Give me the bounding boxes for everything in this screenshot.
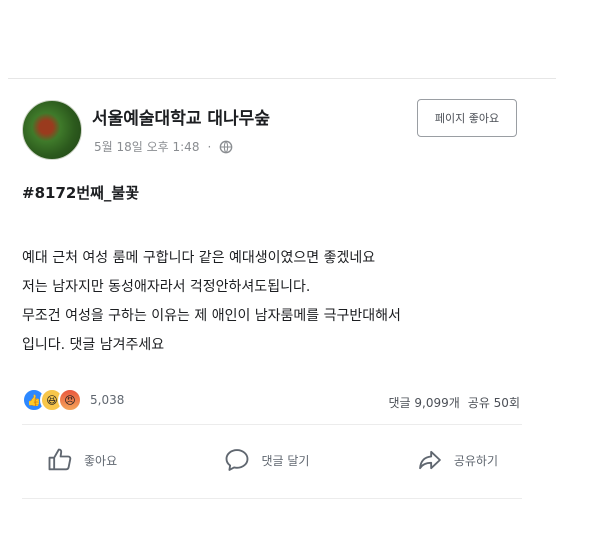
share-arrow-icon bbox=[418, 450, 441, 470]
comment-count[interactable]: 댓글 9,099개 bbox=[388, 394, 459, 411]
share-button-label: 공유하기 bbox=[453, 453, 498, 468]
share-count[interactable]: 공유 50회 bbox=[468, 394, 520, 411]
actions-divider bbox=[22, 498, 522, 499]
comment-icon bbox=[226, 449, 249, 471]
page-name[interactable]: 서울예술대학교 대나무숲 bbox=[92, 104, 270, 129]
post-body: 예대 근처 여성 룸메 구합니다 같은 예대생이였으면 좋겠네요 저는 남자지만… bbox=[22, 244, 562, 360]
globe-icon bbox=[219, 140, 233, 153]
comment-button-label: 댓글 달기 bbox=[261, 453, 310, 468]
reaction-count: 5,038 bbox=[90, 393, 125, 407]
like-button-label: 좋아요 bbox=[84, 453, 118, 468]
post-body-line: 저는 남자지만 동성애자라서 걱정안하셔도됩니다. bbox=[22, 279, 311, 295]
like-button[interactable]: 좋아요 bbox=[22, 446, 141, 474]
page-avatar[interactable] bbox=[22, 100, 82, 160]
post-meta: 5월 18일 오후 1:48 · bbox=[94, 138, 233, 155]
share-button[interactable]: 공유하기 bbox=[392, 446, 522, 474]
post-body-line: 입니다. 댓글 남겨주세요 bbox=[22, 337, 165, 353]
stats-divider bbox=[22, 424, 522, 425]
post-body-line: 예대 근처 여성 룸메 구합니다 같은 예대생이였으면 좋겠네요 bbox=[22, 250, 376, 266]
post-actions: 좋아요 댓글 달기 공유하기 bbox=[22, 446, 522, 474]
meta-separator: · bbox=[207, 139, 212, 154]
post-stats: 댓글 9,099개 공유 50회 bbox=[388, 394, 520, 411]
comment-button[interactable]: 댓글 달기 bbox=[199, 446, 333, 474]
angry-reaction-icon: 😠 bbox=[58, 388, 82, 412]
reaction-summary[interactable]: 👍 😆 😠 5,038 bbox=[22, 388, 124, 412]
thumbs-up-icon bbox=[48, 448, 72, 471]
post-hashtag[interactable]: #8172번째_불꽃 bbox=[22, 182, 139, 203]
post-body-line: 무조건 여성을 구하는 이유는 제 애인이 남자룸메를 극구반대해서 bbox=[22, 308, 401, 324]
like-page-button[interactable]: 페이지 좋아요 bbox=[417, 99, 517, 137]
post-timestamp[interactable]: 5월 18일 오후 1:48 bbox=[94, 138, 199, 155]
